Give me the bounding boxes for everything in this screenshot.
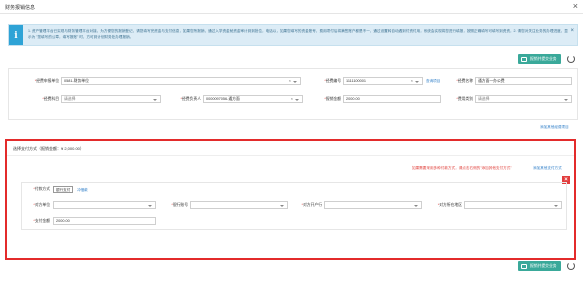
- save-label: 报销并提交业务: [530, 264, 557, 268]
- add-payment-link[interactable]: 添加其他支付方式: [533, 166, 562, 171]
- subject-label: *经费科目: [42, 97, 59, 101]
- code-select[interactable]: 1111100001 ×: [343, 77, 423, 85]
- pay-amount-field[interactable]: 2000.00: [53, 217, 156, 225]
- add-other-fund-link[interactable]: 添加其他经费项目: [540, 125, 569, 130]
- payment-header: 选择支付方式（报销金额：¥ 2,000.00）: [13, 146, 84, 151]
- subject-select[interactable]: 请选择: [61, 95, 161, 103]
- info-bar: i: [9, 25, 23, 45]
- leader-select[interactable]: 0000097056-通方面 ×: [203, 95, 303, 103]
- bank-label: *银行账号: [171, 203, 188, 207]
- account-select[interactable]: [324, 201, 422, 209]
- notice-close-icon[interactable]: ×: [570, 28, 574, 34]
- save-icon: [521, 263, 527, 269]
- payment-panel: 选择支付方式（报销金额：¥ 2,000.00） 如果需要采用多种付款方式，请点击…: [5, 139, 576, 260]
- city-label: *对方所在地区: [437, 203, 462, 207]
- method-label: *付款方式: [33, 187, 50, 191]
- amount-field[interactable]: 2000.00: [343, 95, 441, 103]
- tab-bank-pay[interactable]: 银行支付: [53, 186, 74, 193]
- account-label: *对方开户行: [301, 203, 322, 207]
- divider: [7, 155, 574, 156]
- pay-amount-label: *支付金额: [33, 219, 50, 223]
- bank-select[interactable]: [190, 201, 288, 209]
- dept-select[interactable]: 0581-财务单位 ×: [61, 77, 301, 85]
- code-label: *经费编号: [324, 79, 341, 83]
- modal-header: 财务报销信息 ×: [0, 0, 583, 14]
- info-notice: i 1. 资产管理平台已实现与财务管理平台对接，为方便您的报销登记，请您填写完资…: [8, 24, 578, 46]
- type-select[interactable]: 请选择: [475, 95, 572, 103]
- info-icon: i: [14, 31, 18, 41]
- leader-label: *经费负责人: [180, 97, 201, 101]
- modal-title: 财务报销信息: [5, 5, 36, 11]
- reimbursement-modal: 财务报销信息 × i 1. 资产管理平台已实现与财务管理平台对接，为方便您的报销…: [0, 0, 583, 300]
- amount-label: *报销金额: [324, 97, 341, 101]
- payment-warning: 如果需要采用多种付款方式，请点击右侧的"添加其他支付方式": [412, 166, 512, 170]
- notice-text: 1. 资产管理平台已实现与财务管理平台对接，为方便您的报销登记，请您填写完资金与…: [28, 29, 568, 39]
- dept-label: *经费申报单位: [34, 79, 59, 83]
- fund-panel: *经费申报单位 0581-财务单位 × *经费编号 1111100001 × 查询项…: [8, 68, 578, 120]
- unit-label: *对方单位: [33, 203, 50, 207]
- name-field[interactable]: 通方面一办公费: [475, 77, 572, 85]
- unit-select[interactable]: [53, 201, 156, 209]
- refresh-icon[interactable]: [567, 55, 575, 63]
- save-submit-button-top[interactable]: 报销并提交业务: [518, 54, 561, 64]
- save-submit-button-bottom[interactable]: 报销并提交业务: [518, 261, 561, 271]
- save-icon: [521, 56, 527, 62]
- save-label: 报销并提交业务: [530, 57, 557, 61]
- city-select[interactable]: [464, 201, 562, 209]
- close-icon[interactable]: ×: [573, 1, 578, 11]
- payment-method-box: *付款方式 银行支付 冲借款 *对方单位 *银行账号 *对方开户行 *对方所在地…: [21, 182, 567, 230]
- type-label: *费用类别: [456, 97, 473, 101]
- query-project-link[interactable]: 查询项目: [426, 79, 440, 84]
- refresh-icon[interactable]: [567, 262, 575, 270]
- name-label: *经费名称: [456, 79, 473, 83]
- tab-offset-loan[interactable]: 冲借款: [74, 186, 91, 193]
